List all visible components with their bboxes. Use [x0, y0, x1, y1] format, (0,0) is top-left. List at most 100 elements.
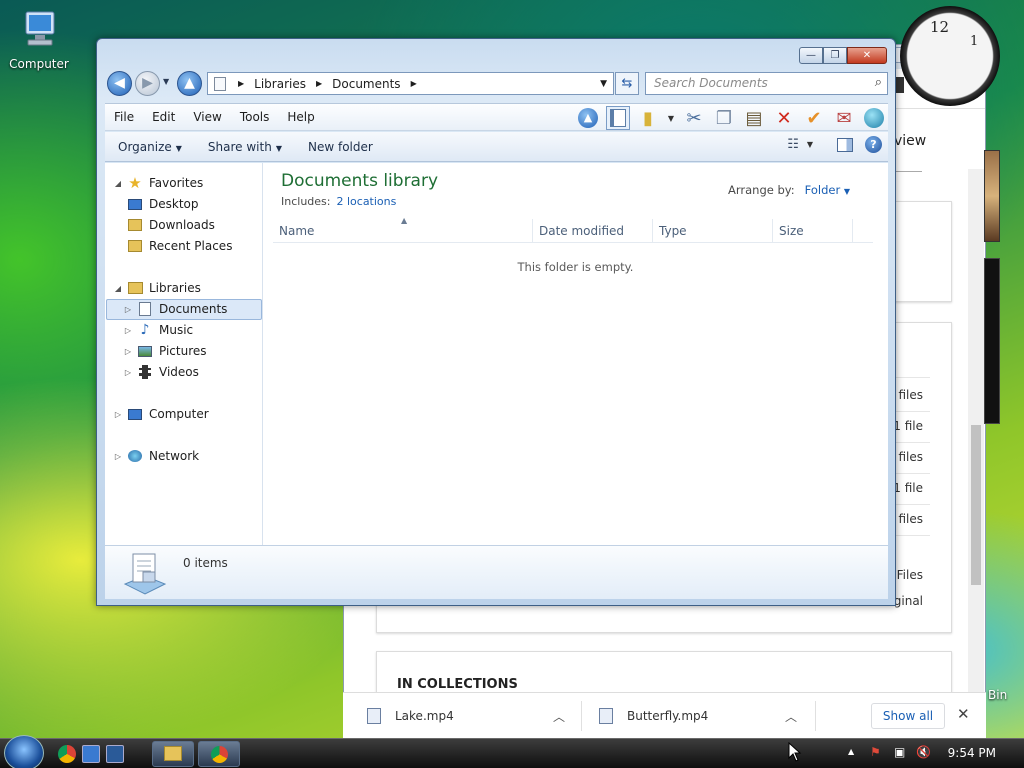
- locations-link[interactable]: 2 locations: [336, 195, 396, 208]
- menu-edit[interactable]: Edit: [143, 110, 184, 124]
- download-filename: Lake.mp4: [395, 709, 454, 723]
- download-item[interactable]: Butterfly.mp4 ︿: [599, 693, 799, 739]
- expand-arrow-icon[interactable]: ▷: [123, 347, 133, 356]
- up-arrow-icon[interactable]: ▲: [576, 106, 600, 130]
- tray-expand-icon[interactable]: ▲: [848, 747, 854, 756]
- view-options-icon[interactable]: ☷: [787, 137, 799, 152]
- maximize-button[interactable]: ❐: [823, 47, 847, 64]
- column-header-type[interactable]: Type: [653, 219, 773, 243]
- breadcrumb-libraries[interactable]: Libraries: [254, 77, 306, 91]
- expand-arrow-icon[interactable]: ▷: [113, 452, 123, 461]
- menu-file[interactable]: File: [105, 110, 143, 124]
- copy-icon[interactable]: ❐: [712, 106, 736, 130]
- switch-windows-icon[interactable]: [106, 745, 124, 763]
- organize-button[interactable]: Organize ▼: [105, 140, 195, 154]
- menu-view[interactable]: View: [184, 110, 230, 124]
- clock-gadget[interactable]: 12 1: [900, 6, 1000, 106]
- arrange-by: Arrange by: Folder ▼: [728, 183, 850, 197]
- expand-arrow-icon[interactable]: ▷: [113, 410, 123, 419]
- expand-arrow-icon[interactable]: ▷: [123, 305, 133, 314]
- folders-pane-icon[interactable]: [606, 106, 630, 130]
- properties-check-icon[interactable]: ✔: [802, 106, 826, 130]
- chrome-quicklaunch-icon[interactable]: [58, 745, 76, 763]
- start-button[interactable]: [4, 735, 44, 768]
- breadcrumb-documents[interactable]: Documents: [332, 77, 400, 91]
- nav-documents[interactable]: ▷ Documents: [123, 299, 227, 319]
- toolbar-icons: ▲ ▮ ▼ ✂ ❐ ▤ ✕ ✔ ✉: [570, 105, 886, 131]
- nav-libraries[interactable]: ◢ Libraries: [113, 278, 201, 298]
- show-desktop-icon[interactable]: [82, 745, 100, 763]
- nav-desktop[interactable]: Desktop: [127, 194, 199, 214]
- nav-network[interactable]: ▷ Network: [113, 446, 199, 466]
- search-icon[interactable]: ⌕: [875, 75, 882, 90]
- file-list-pane[interactable]: Documents library Includes: 2 locations A…: [263, 163, 888, 545]
- nav-favorites[interactable]: ◢ ★ Favorites: [113, 173, 203, 193]
- close-button[interactable]: ✕: [847, 47, 887, 64]
- menu-tools[interactable]: Tools: [231, 110, 279, 124]
- address-bar[interactable]: ▶ Libraries ▶ Documents ▶ ▼: [207, 72, 614, 95]
- up-folder-button[interactable]: ▲: [177, 71, 202, 96]
- breadcrumb-arrow-icon[interactable]: ▶: [316, 79, 322, 88]
- new-folder-button[interactable]: New folder: [295, 140, 386, 154]
- breadcrumb-arrow-icon[interactable]: ▶: [411, 79, 417, 88]
- arrange-by-dropdown[interactable]: Folder ▼: [805, 183, 850, 197]
- recycle-bin-label[interactable]: Bin: [988, 688, 1007, 702]
- expand-arrow-icon[interactable]: ▷: [123, 368, 133, 377]
- download-item[interactable]: Lake.mp4 ︿: [367, 693, 567, 739]
- nav-music[interactable]: ▷ ♪ Music: [123, 320, 193, 340]
- share-with-button[interactable]: Share with ▼: [195, 140, 295, 154]
- search-input[interactable]: Search Documents ⌕: [645, 72, 888, 95]
- photo-thumbnail[interactable]: [984, 258, 1000, 424]
- chevron-down-icon: ▼: [175, 143, 182, 153]
- close-downloads-icon[interactable]: ✕: [957, 705, 970, 723]
- minimize-button[interactable]: —: [799, 47, 823, 64]
- nav-computer[interactable]: ▷ Computer: [113, 404, 209, 424]
- menu-help[interactable]: Help: [278, 110, 323, 124]
- nav-downloads[interactable]: Downloads: [127, 215, 215, 235]
- desktop-icon-computer[interactable]: Computer: [8, 10, 70, 71]
- preview-pane-icon[interactable]: [837, 137, 853, 152]
- address-dropdown-icon[interactable]: ▼: [600, 79, 607, 89]
- network-icon: [127, 448, 143, 464]
- column-header-date-modified[interactable]: Date modified: [533, 219, 653, 243]
- scrollbar-thumb[interactable]: [971, 425, 981, 585]
- taskbar-chrome-button[interactable]: [198, 741, 240, 767]
- column-header-name[interactable]: Name: [273, 219, 533, 243]
- nav-recent-places[interactable]: Recent Places: [127, 236, 232, 256]
- command-bar: Organize ▼ Share with ▼ New folder ☷ ▼ ?: [105, 132, 888, 162]
- column-header-size[interactable]: Size: [773, 219, 853, 243]
- clock-time[interactable]: 9:54 PM: [948, 746, 996, 760]
- taskbar-explorer-button[interactable]: [152, 741, 194, 767]
- photo-thumbnail[interactable]: [984, 150, 1000, 242]
- explorer-window[interactable]: — ❐ ✕ ◀ ▶ ▼ ▲ ▶ Libraries ▶ Documents ▶ …: [96, 38, 896, 606]
- volume-muted-icon[interactable]: 🔇: [916, 745, 931, 759]
- taskbar: ▲ ⚑ ▣ 🔇 9:54 PM: [0, 735, 1024, 768]
- forward-button[interactable]: ▶: [135, 71, 160, 96]
- show-all-button[interactable]: Show all: [871, 703, 945, 729]
- collapse-arrow-icon[interactable]: ◢: [113, 284, 123, 293]
- nav-videos[interactable]: ▷ Videos: [123, 362, 199, 382]
- browser-scrollbar[interactable]: ▼: [968, 169, 984, 734]
- back-button[interactable]: ◀: [107, 71, 132, 96]
- globe-icon[interactable]: [862, 106, 886, 130]
- chevron-up-icon[interactable]: ︿: [553, 708, 565, 725]
- folder-options-icon[interactable]: ▮: [636, 106, 660, 130]
- dropdown-icon[interactable]: ▼: [666, 106, 676, 130]
- expand-arrow-icon[interactable]: ▷: [123, 326, 133, 335]
- refresh-button[interactable]: ⇆: [615, 72, 639, 95]
- search-placeholder: Search Documents: [654, 76, 768, 90]
- view-dropdown-icon[interactable]: ▼: [807, 140, 813, 149]
- paste-icon[interactable]: ▤: [742, 106, 766, 130]
- chevron-up-icon[interactable]: ︿: [785, 708, 797, 725]
- delete-icon[interactable]: ✕: [772, 106, 796, 130]
- network-tray-icon[interactable]: ▣: [894, 745, 905, 759]
- action-center-flag-icon[interactable]: ⚑: [870, 745, 881, 759]
- recent-pages-dropdown-icon[interactable]: ▼: [163, 77, 169, 86]
- email-icon[interactable]: ✉: [832, 106, 856, 130]
- cut-icon[interactable]: ✂: [682, 106, 706, 130]
- breadcrumb-arrow-icon[interactable]: ▶: [238, 79, 244, 88]
- nav-pictures[interactable]: ▷ Pictures: [123, 341, 207, 361]
- help-icon[interactable]: ?: [865, 136, 882, 153]
- computer-icon: [25, 11, 55, 46]
- collapse-arrow-icon[interactable]: ◢: [113, 179, 123, 188]
